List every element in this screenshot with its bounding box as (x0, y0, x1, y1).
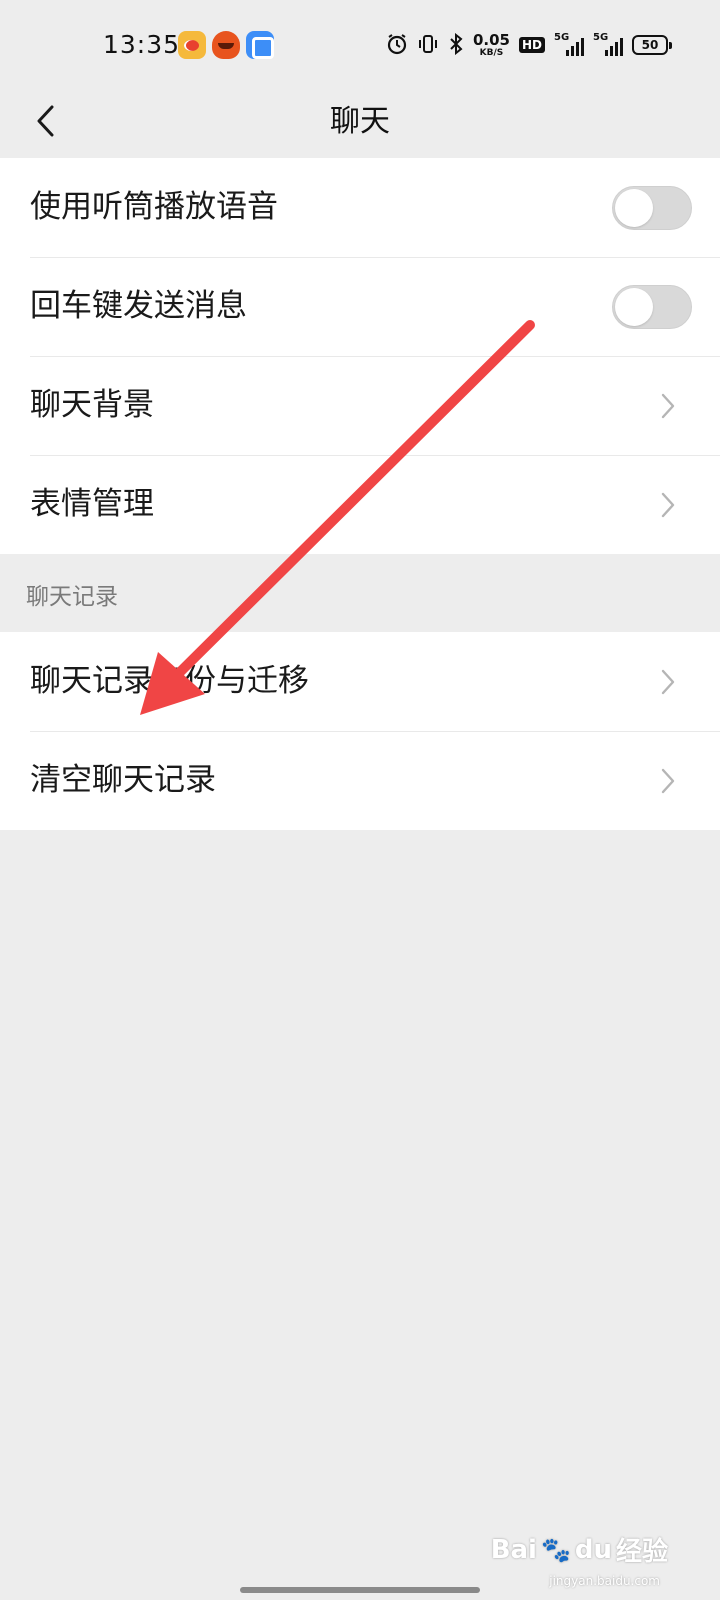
app-icon (246, 31, 274, 59)
chevron-right-icon (661, 669, 675, 695)
chevron-right-icon (661, 768, 675, 794)
chevron-right-icon (661, 393, 675, 419)
watermark-brand-suffix: du (574, 1534, 612, 1565)
page-title: 聊天 (330, 104, 390, 139)
status-indicators: 0.05 KB/S HD 5G 5G 50 (386, 30, 672, 60)
setting-row-clear-history[interactable]: 清空聊天记录 (0, 731, 720, 830)
status-time: 13:35 (103, 30, 181, 59)
setting-row-enter-send[interactable]: 回车键发送消息 (0, 257, 720, 356)
status-bar: 13:35 0.05 KB/S HD 5G 5G 50 (0, 0, 720, 92)
earpiece-toggle[interactable] (612, 186, 692, 230)
enter-send-toggle[interactable] (612, 285, 692, 329)
home-indicator[interactable] (240, 1587, 480, 1593)
hd-badge: HD (518, 37, 545, 53)
setting-label: 清空聊天记录 (30, 762, 216, 798)
chevron-right-icon (661, 492, 675, 518)
settings-group-general: 使用听筒播放语音 回车键发送消息 聊天背景 表情管理 (0, 158, 720, 554)
signal-icon: 5G (554, 32, 584, 56)
battery-icon: 50 (632, 35, 672, 55)
watermark-brand: Bai (490, 1534, 537, 1565)
setting-label: 聊天记录备份与迁移 (30, 663, 309, 699)
toggle-knob (615, 288, 653, 326)
section-header-chat-history: 聊天记录 (26, 584, 118, 610)
baidu-watermark: Bai 🐾 du 经验 (491, 1531, 668, 1568)
vibrate-icon (417, 33, 439, 58)
taobao-icon (212, 31, 240, 59)
net-speed-unit: KB/S (479, 47, 504, 58)
settings-group-chat-history: 聊天记录备份与迁移 清空聊天记录 (0, 632, 720, 830)
watermark-url: jingyan.baidu.com (549, 1574, 660, 1588)
nav-bar: 聊天 (0, 92, 720, 158)
weibo-icon (178, 31, 206, 59)
alarm-icon (386, 33, 408, 58)
setting-label: 表情管理 (30, 486, 154, 522)
setting-row-chat-background[interactable]: 聊天背景 (0, 356, 720, 455)
setting-row-sticker-management[interactable]: 表情管理 (0, 455, 720, 554)
signal-icon-2: 5G (593, 32, 623, 56)
watermark-cn: 经验 (615, 1537, 668, 1567)
setting-label: 聊天背景 (30, 387, 154, 423)
setting-row-backup-migrate[interactable]: 聊天记录备份与迁移 (0, 632, 720, 731)
paw-icon: 🐾 (540, 1535, 571, 1564)
setting-row-earpiece[interactable]: 使用听筒播放语音 (0, 158, 720, 257)
bluetooth-icon (448, 32, 464, 58)
setting-label: 使用听筒播放语音 (30, 189, 278, 225)
setting-label: 回车键发送消息 (30, 288, 247, 324)
toggle-knob (615, 189, 653, 227)
net-speed-value: 0.05 (472, 30, 510, 49)
net-speed: 0.05 KB/S (472, 30, 510, 58)
